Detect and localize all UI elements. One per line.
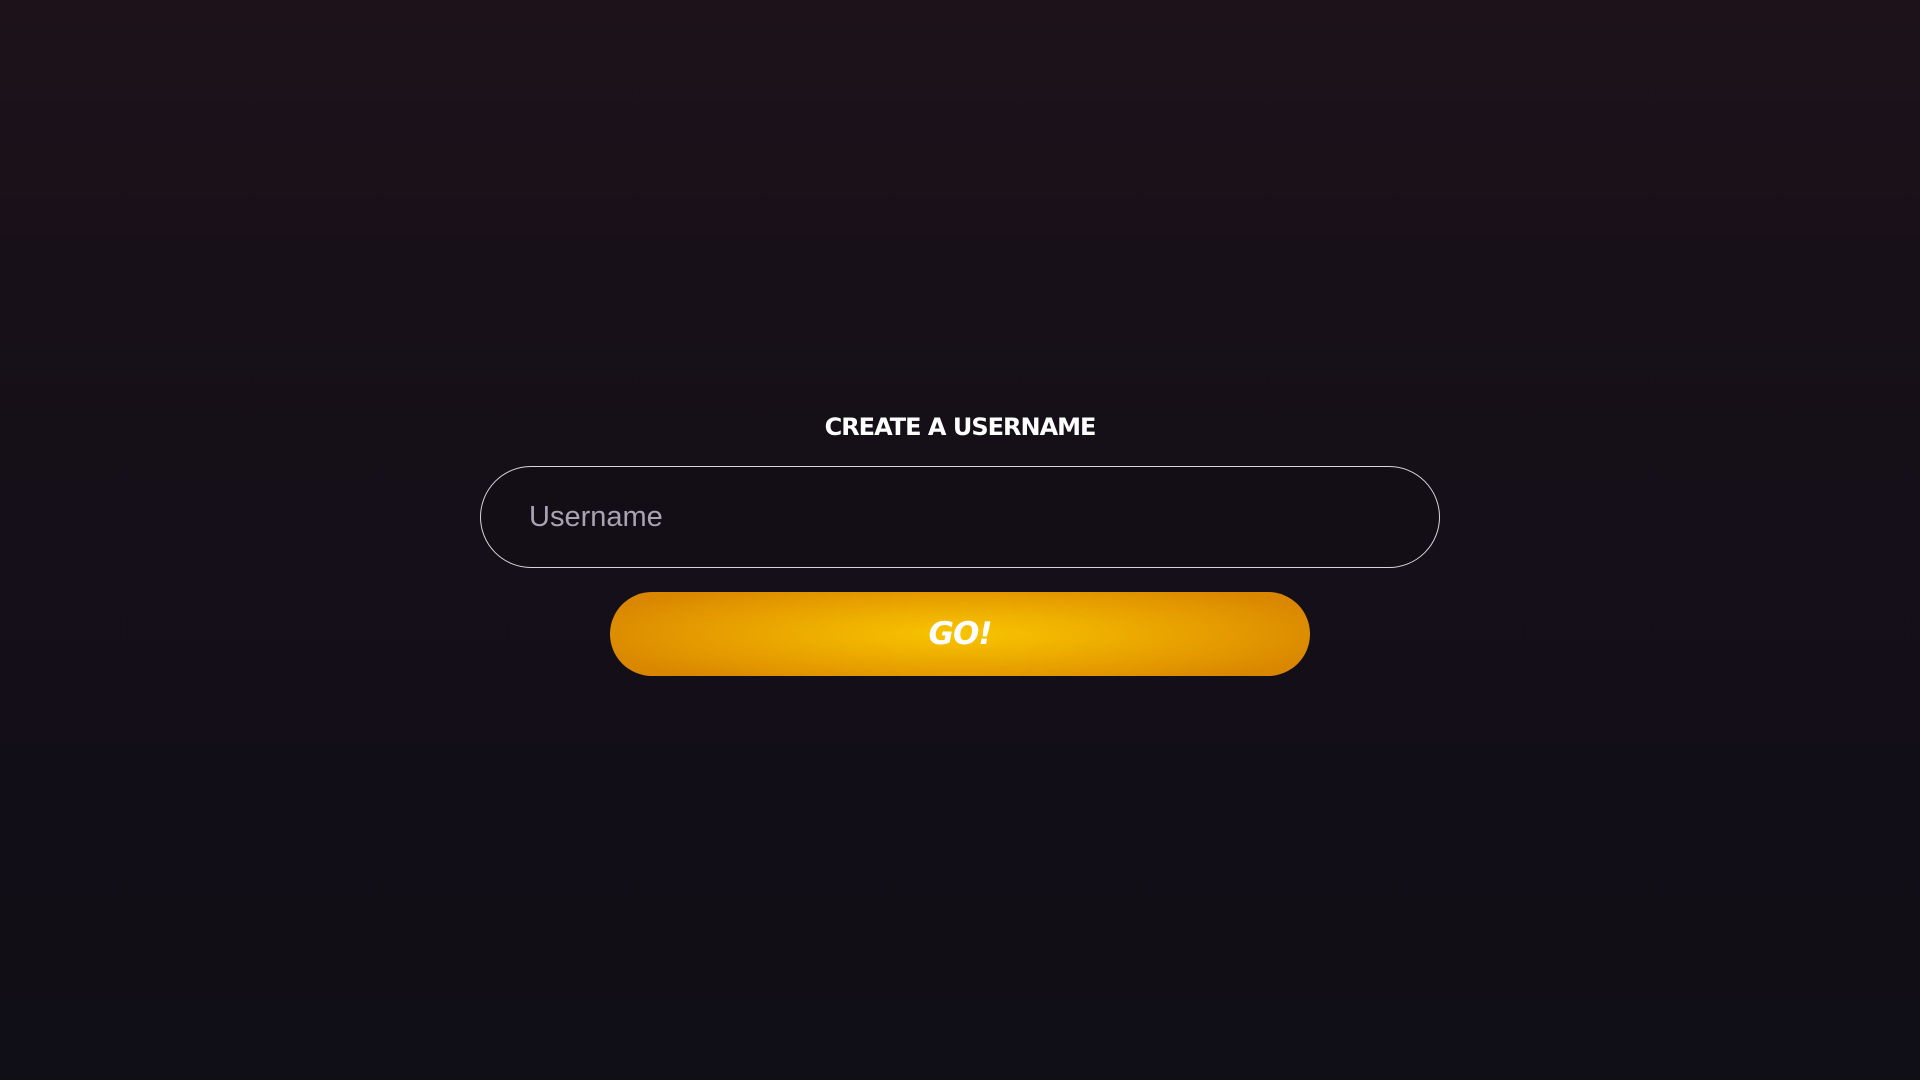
username-form: CREATE A USERNAME GO! xyxy=(0,0,1920,1080)
form-title: CREATE A USERNAME xyxy=(824,413,1097,441)
username-input[interactable] xyxy=(480,466,1440,568)
go-button[interactable]: GO! xyxy=(610,592,1310,676)
